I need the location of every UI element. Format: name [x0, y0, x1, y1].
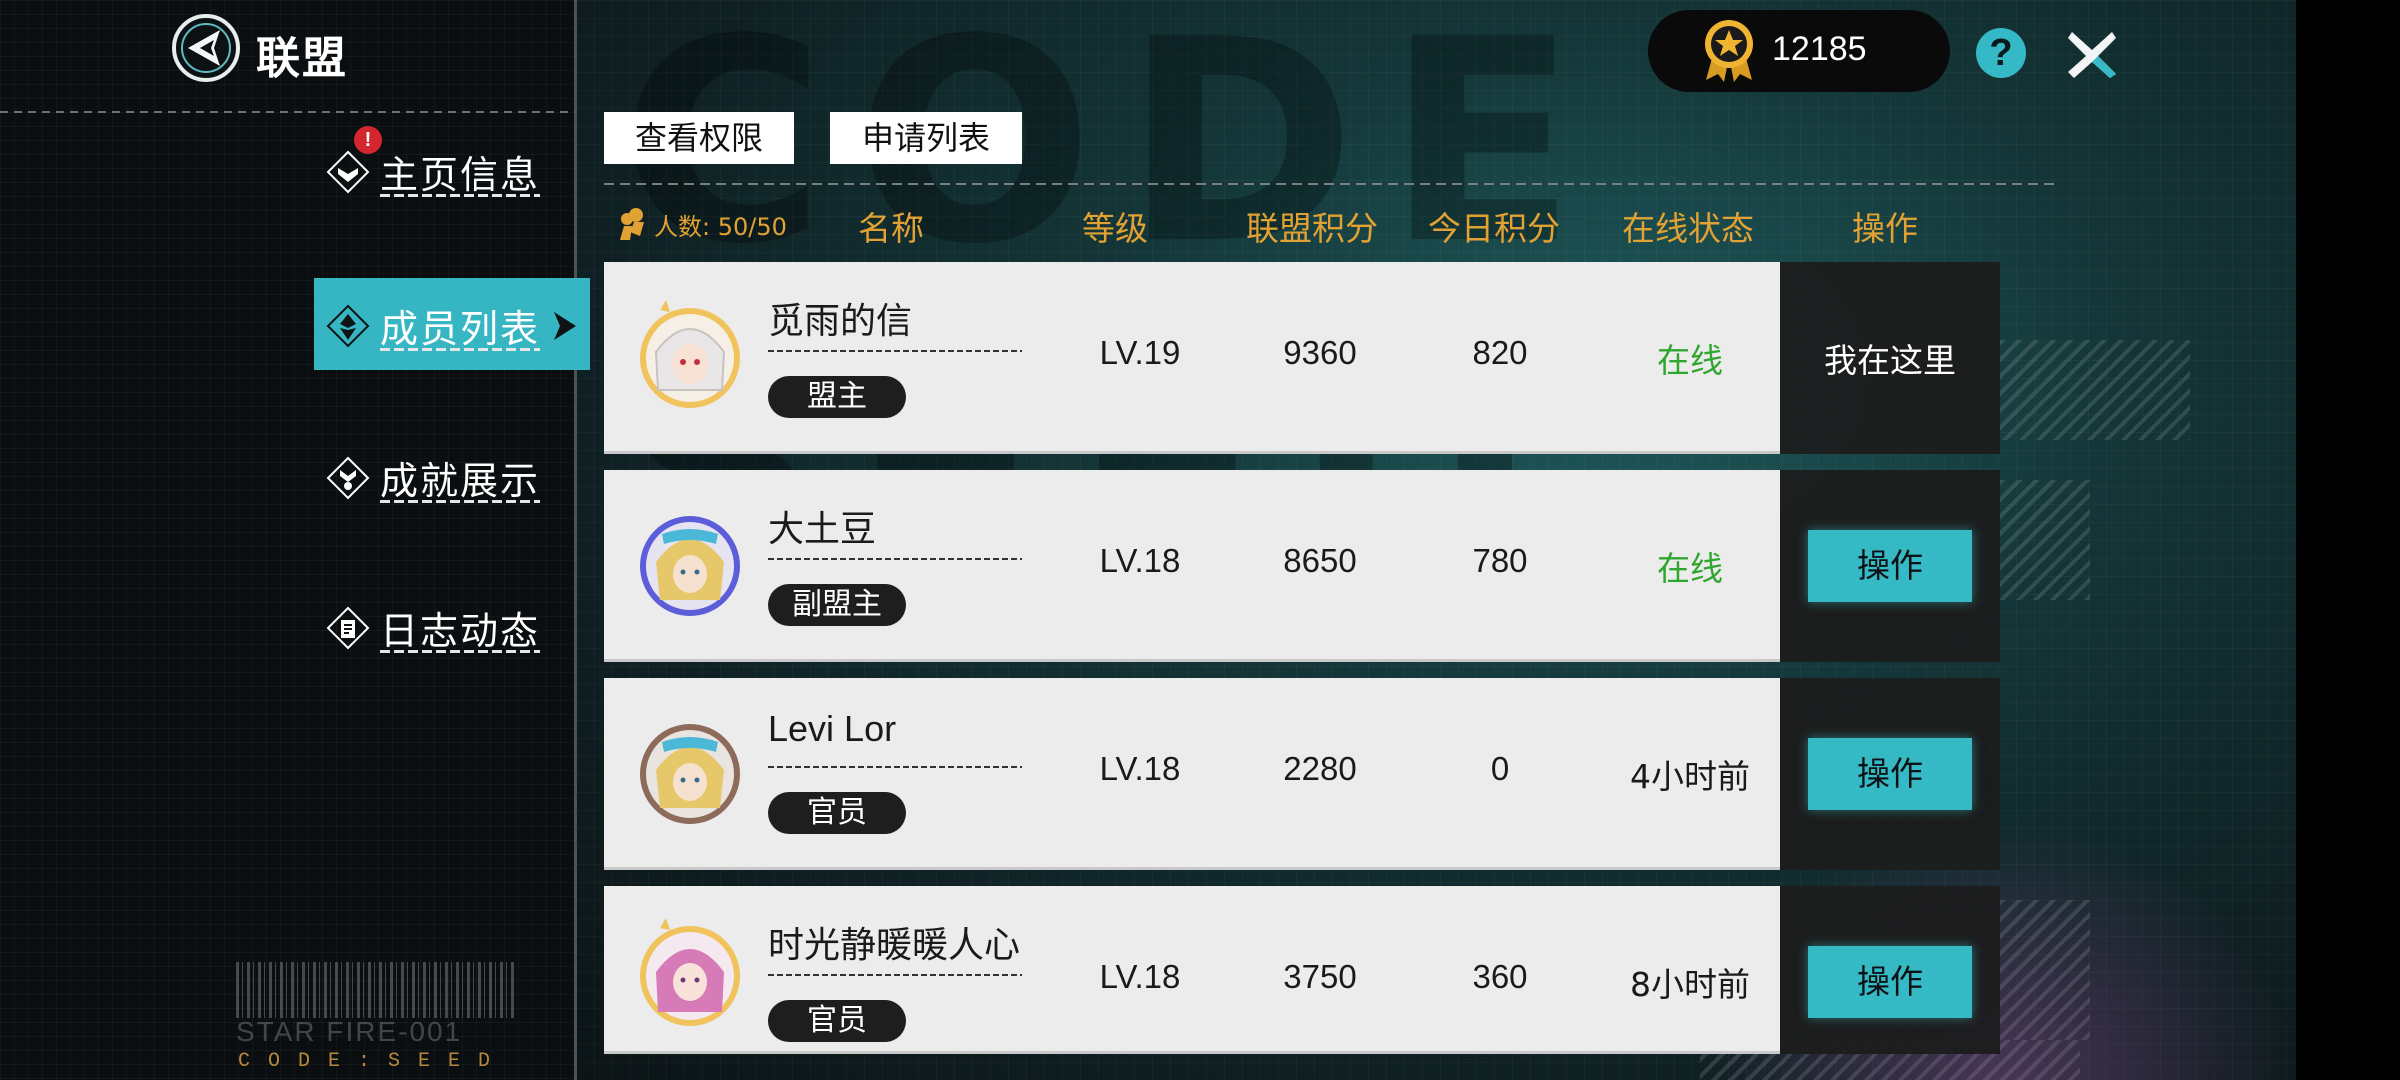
member-action-button[interactable]: 操作: [1808, 738, 1972, 810]
member-name: 时光静暖暖人心: [768, 925, 1021, 966]
question-icon: ?: [1989, 32, 2013, 74]
header-divider: [0, 111, 575, 113]
alliance-points: 9360: [1283, 334, 1357, 371]
close-button[interactable]: [2064, 26, 2120, 82]
column-header-action: 操作: [1852, 209, 1918, 248]
nav-underline: [380, 348, 540, 351]
column-header-alliance-points: 联盟积分: [1246, 209, 1378, 248]
nav-underline: [380, 194, 540, 197]
chevron-right-icon: [554, 312, 576, 340]
role-badge: 官员: [768, 792, 906, 834]
member-level: LV.18: [1099, 750, 1181, 787]
online-status: 8小时前: [1630, 965, 1750, 1004]
column-header-online-status: 在线状态: [1622, 209, 1754, 248]
online-status: 在线: [1657, 341, 1723, 380]
home-info-icon: [326, 150, 370, 194]
help-button[interactable]: ?: [1976, 28, 2026, 78]
alert-badge: !: [354, 126, 382, 154]
brand-subtext: CODE:SEED: [238, 1050, 509, 1073]
member-action-button[interactable]: 操作: [1808, 946, 1972, 1018]
sidebar-item-logs[interactable]: 日志动态: [324, 600, 554, 660]
column-header-level: 等级: [1082, 209, 1148, 248]
alliance-points: 2280: [1283, 750, 1357, 787]
member-level: LV.19: [1099, 334, 1181, 371]
avatar: [640, 516, 740, 616]
avatar: [640, 300, 740, 408]
members-icon: [620, 208, 644, 240]
member-name: 大土豆: [768, 509, 877, 550]
sidebar-item-label: 日志动态: [380, 609, 541, 653]
sidebar-item-home-info[interactable]: 主页信息: [324, 144, 554, 204]
currency-display: 12185: [1648, 10, 1950, 92]
table-row[interactable]: 大土豆 副盟主 LV.18 8650 780 在线 操作: [604, 470, 2000, 662]
medal-icon: [1705, 20, 1753, 82]
back-arrow-icon: [172, 14, 240, 82]
table-row[interactable]: Levi Lor 官员 LV.18 2280 0 4小时前 操作: [604, 678, 2000, 870]
decor-hatch: [2000, 900, 2090, 1040]
achievement-icon: [326, 456, 370, 500]
avatar: [640, 918, 740, 1026]
tab-view-permissions[interactable]: 查看权限: [604, 112, 794, 164]
alliance-points: 8650: [1283, 542, 1357, 579]
today-points: 0: [1490, 750, 1510, 787]
member-action-button[interactable]: 操作: [1808, 530, 1972, 602]
name-divider: [768, 350, 1022, 352]
avatar: [640, 724, 740, 824]
sidebar-item-label: 成就展示: [380, 459, 541, 503]
sidebar-item-label: 成员列表: [380, 307, 541, 351]
sidebar-item-label: 主页信息: [380, 153, 541, 197]
member-count-text: 人数: 50/50: [654, 212, 787, 241]
member-level: LV.18: [1099, 958, 1181, 995]
online-status: 在线: [1657, 549, 1723, 588]
name-divider: [768, 974, 1022, 976]
member-level: LV.18: [1099, 542, 1181, 579]
brand-text: STAR FIRE-001: [236, 1016, 463, 1047]
currency-value: 12185: [1772, 30, 1867, 68]
sidebar-item-achievements[interactable]: 成就展示: [324, 450, 554, 510]
back-button[interactable]: [170, 12, 242, 84]
right-edge-bar: [2296, 0, 2400, 1080]
member-list-icon: [326, 304, 370, 348]
role-badge: 官员: [768, 1000, 906, 1042]
close-icon: [2068, 32, 2116, 78]
role-badge: 盟主: [768, 376, 906, 418]
today-points: 360: [1472, 958, 1528, 995]
tab-application-list[interactable]: 申请列表: [830, 112, 1022, 164]
tabs-divider: [604, 183, 2060, 185]
log-icon: [326, 606, 370, 650]
self-indicator: 我在这里: [1824, 341, 1956, 380]
table-row[interactable]: 觅雨的信 盟主 LV.19 9360 820 在线 我在这里: [604, 262, 2000, 454]
today-points: 780: [1472, 542, 1528, 579]
member-count: 人数: 50/50: [618, 206, 787, 242]
online-status: 4小时前: [1630, 757, 1750, 796]
member-name: 觅雨的信: [768, 301, 913, 342]
column-header-today-points: 今日积分: [1428, 209, 1560, 248]
member-name: Levi Lor: [768, 708, 897, 749]
decor-hatch: [2000, 480, 2090, 600]
nav-underline: [380, 650, 540, 653]
table-row[interactable]: 时光静暖暖人心 官员 LV.18 3750 360 8小时前 操作: [604, 886, 2000, 1054]
page-title: 联盟: [256, 33, 348, 84]
nav-underline: [380, 500, 540, 503]
name-divider: [768, 766, 1022, 768]
role-badge: 副盟主: [768, 584, 906, 626]
name-divider: [768, 558, 1022, 560]
column-header-name: 名称: [858, 209, 924, 248]
barcode-decoration: [236, 962, 514, 1018]
sidebar-divider: [574, 0, 577, 1080]
today-points: 820: [1472, 334, 1528, 371]
alliance-points: 3750: [1283, 958, 1357, 995]
sidebar-item-member-list[interactable]: 成员列表: [324, 298, 584, 358]
decor-hatch: [2000, 340, 2190, 440]
